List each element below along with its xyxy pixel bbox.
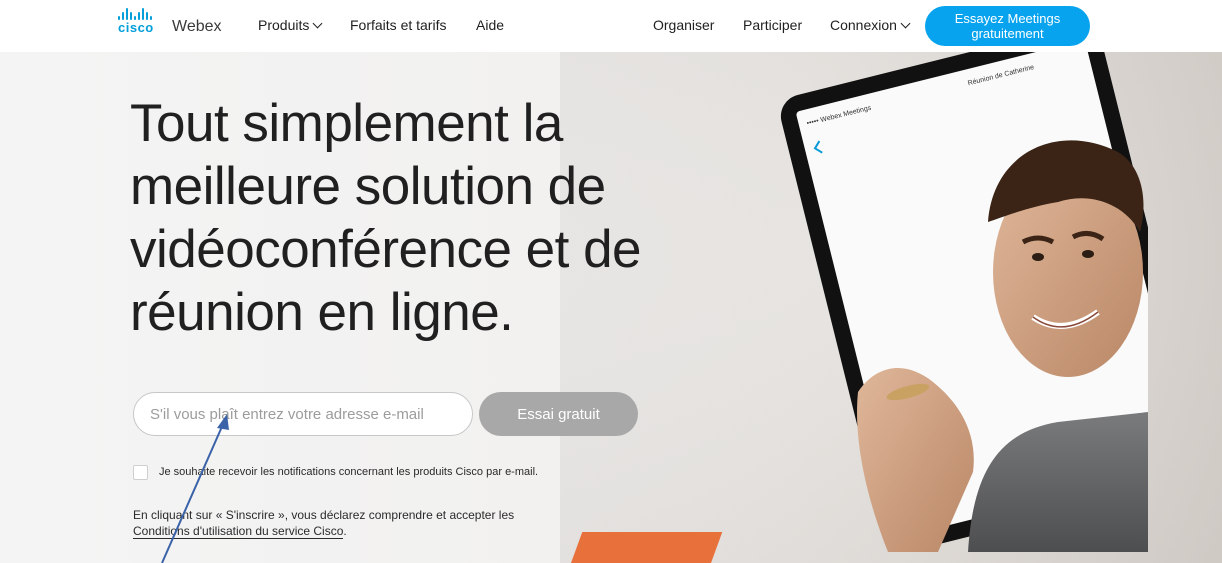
- cisco-webex-logo[interactable]: cisco Webex: [118, 8, 228, 48]
- legal-end: .: [343, 524, 347, 538]
- chevron-down-icon: [312, 18, 323, 28]
- nav-login[interactable]: Connexion: [830, 17, 911, 33]
- nav-plans[interactable]: Forfaits et tarifs: [350, 17, 446, 33]
- try-meetings-free-button[interactable]: Essayez Meetings gratuitement: [925, 6, 1090, 46]
- email-notifications-label: Je souhaite recevoir les notifications c…: [159, 466, 539, 478]
- tablet-hero-image: ••••• Webex Meetings Réunion de Catherin…: [780, 52, 1148, 552]
- cta-line-1: Essayez Meetings: [954, 11, 1061, 26]
- nav-host[interactable]: Organiser: [653, 17, 714, 33]
- free-trial-button[interactable]: Essai gratuit: [479, 392, 638, 436]
- email-notifications-checkbox[interactable]: [133, 465, 148, 480]
- hero-headline: Tout simplement la meilleure solution de…: [130, 94, 642, 342]
- legal-notice: En cliquant sur « S'inscrire », vous déc…: [133, 507, 593, 539]
- nav-join[interactable]: Participer: [743, 17, 802, 33]
- hero-section: ••••• Webex Meetings Réunion de Catherin…: [0, 52, 1222, 563]
- nav-login-label: Connexion: [830, 17, 897, 33]
- terms-of-service-link[interactable]: Conditions d'utilisation du service Cisc…: [133, 524, 344, 539]
- site-header: cisco Webex Produits Forfaits et tarifs …: [0, 0, 1222, 52]
- cisco-wordmark: cisco: [118, 20, 154, 35]
- nav-help[interactable]: Aide: [476, 17, 504, 33]
- cta-line-2: gratuitement: [971, 26, 1044, 41]
- cisco-bars-icon: [118, 8, 152, 20]
- webex-wordmark: Webex: [172, 18, 222, 35]
- legal-text: En cliquant sur « S'inscrire », vous déc…: [133, 508, 515, 522]
- email-input[interactable]: [133, 392, 473, 436]
- chevron-down-icon: [900, 18, 911, 28]
- nav-products[interactable]: Produits: [258, 17, 323, 33]
- nav-products-label: Produits: [258, 17, 310, 33]
